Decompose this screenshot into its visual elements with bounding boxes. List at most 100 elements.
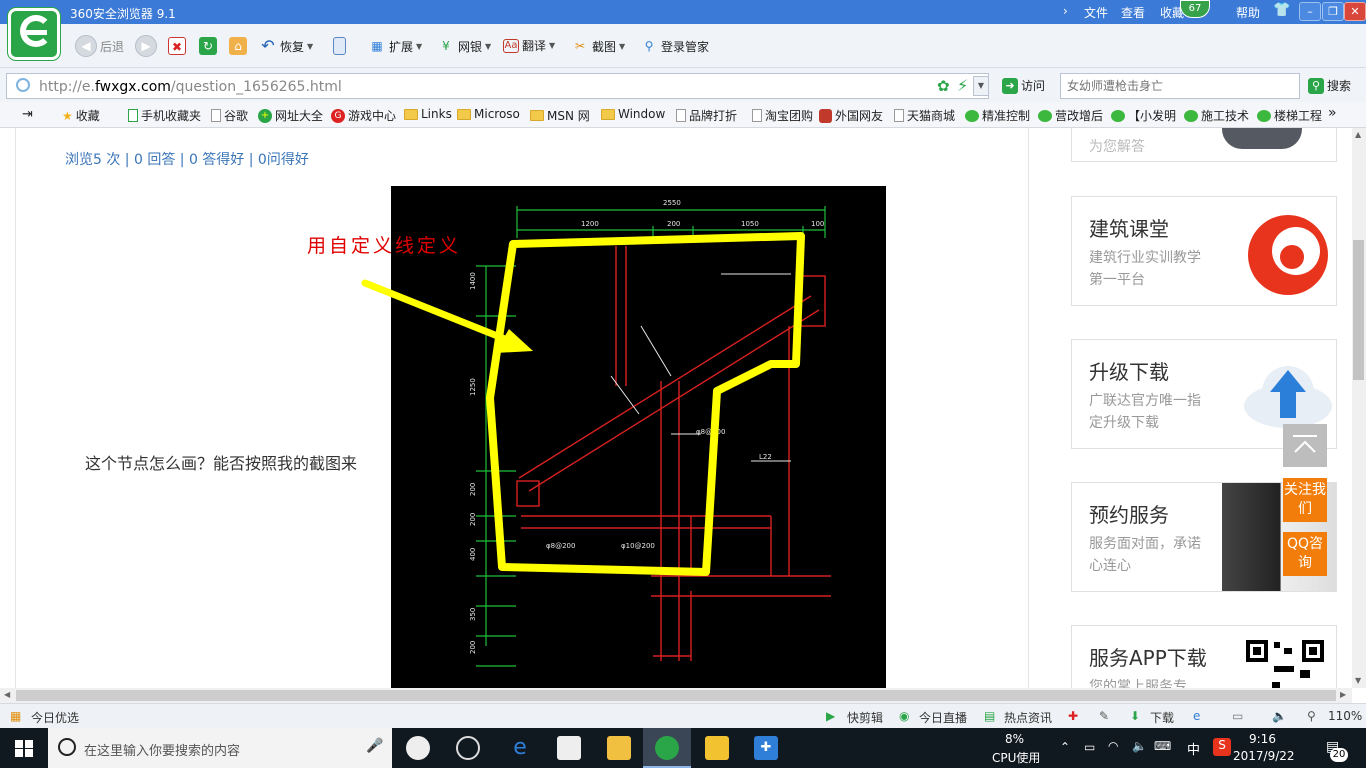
fav-item[interactable]: 品牌打折	[676, 107, 737, 124]
chevron-down-icon[interactable]: ▼	[973, 76, 989, 96]
sogou-icon[interactable]: S	[1213, 738, 1231, 756]
back-to-top-button[interactable]	[1283, 424, 1327, 467]
scroll-right-icon[interactable]: ▶	[1340, 690, 1346, 699]
window-icon[interactable]: ▭	[1232, 709, 1243, 723]
stop-button[interactable]: ✖	[168, 37, 186, 55]
pinwheel-app-icon[interactable]	[406, 736, 430, 760]
keyboard-icon[interactable]: ⌨	[1154, 739, 1171, 753]
qr-code-icon[interactable]	[1244, 638, 1326, 688]
store-icon[interactable]	[557, 736, 581, 760]
search-input[interactable]	[1067, 79, 1297, 93]
mobile-button[interactable]	[333, 37, 346, 55]
sidebar-card-classroom[interactable]: 建筑课堂 建筑行业实训教学第一平台	[1071, 196, 1337, 306]
vertical-scrollbar[interactable]	[1352, 128, 1366, 688]
lightning-icon[interactable]: ⚡	[957, 76, 968, 95]
notes-icon[interactable]	[705, 736, 729, 760]
clock-time[interactable]: 9:16	[1249, 732, 1276, 746]
scroll-up-icon[interactable]: ▲	[1355, 130, 1361, 139]
speaker-icon[interactable]: 🔈	[1272, 709, 1287, 723]
favorites-button[interactable]: ★ 收藏	[62, 107, 100, 124]
hot-news-link[interactable]: 热点资讯	[1004, 709, 1052, 726]
windows-start-icon[interactable]	[15, 740, 33, 757]
visit-button[interactable]: ➜ 访问	[1002, 77, 1045, 94]
taskbar-search[interactable]: 在这里输入你要搜索的内容 🎤	[48, 728, 392, 768]
sidebar-card-app[interactable]: 服务APP下载 您的掌上服务专	[1071, 625, 1337, 688]
chevron-right-icon[interactable]: ›	[1063, 4, 1068, 18]
clock-date[interactable]: 2017/9/22	[1233, 749, 1295, 763]
search-button[interactable]: ⚲ 搜索	[1308, 77, 1351, 94]
restore-tabs-button[interactable]: ↶ 恢复 ▼	[259, 37, 313, 55]
fav-item[interactable]: 外国网友	[819, 107, 883, 124]
edge-icon[interactable]: e	[508, 736, 532, 760]
back-button[interactable]: ◀ 后退	[75, 35, 124, 57]
login-manager-button[interactable]: ⚲ 登录管家	[640, 37, 709, 55]
fav-item[interactable]: 谷歌	[211, 107, 248, 124]
bank-button[interactable]: ¥ 网银 ▼	[437, 37, 491, 55]
menu-view[interactable]: 查看	[1121, 4, 1145, 21]
fav-item[interactable]: + 网址大全	[258, 107, 323, 124]
url-text[interactable]: http://e.fwxgx.com/question_1656265.html	[39, 79, 342, 95]
ie-icon[interactable]: e	[1193, 709, 1200, 723]
sidebar-card-expert[interactable]: 为您解答	[1071, 128, 1337, 162]
today-picks-link[interactable]: 今日优选	[31, 709, 79, 726]
shirt-icon[interactable]: 👕	[1273, 2, 1290, 18]
scroll-left-icon[interactable]: ◀	[4, 690, 10, 699]
security-icon[interactable]: ✿	[937, 77, 950, 95]
menu-file[interactable]: 文件	[1084, 4, 1108, 21]
active-browser-task[interactable]	[643, 728, 691, 768]
question-stats[interactable]: 浏览5 次 | 0 回答 | 0 答得好 | 0问得好	[65, 149, 309, 169]
fav-item[interactable]: G 游戏中心	[331, 107, 396, 124]
cpu-usage-value[interactable]: 8%	[1005, 732, 1024, 746]
pin-icon[interactable]: ✎	[1099, 709, 1109, 723]
medical-icon[interactable]: ✚	[1068, 709, 1078, 723]
fav-item[interactable]: Microso	[457, 107, 520, 121]
fav-item[interactable]: Window	[601, 107, 665, 121]
fav-item[interactable]: MSN 网	[530, 107, 590, 124]
ime-indicator[interactable]: 中	[1187, 739, 1200, 758]
qq-consult-button[interactable]: QQ咨询	[1283, 532, 1327, 576]
browser-swirl-icon[interactable]	[456, 736, 480, 760]
file-explorer-icon[interactable]	[607, 736, 631, 760]
battery-icon[interactable]: ▭	[1084, 740, 1095, 754]
fav-item[interactable]: 手机收藏夹	[128, 107, 201, 124]
page-icon	[676, 109, 686, 122]
browser-logo-icon[interactable]	[8, 8, 60, 60]
fav-item[interactable]: 天猫商城	[894, 107, 955, 124]
follow-us-button[interactable]: 关注我们	[1283, 478, 1327, 522]
scroll-down-icon[interactable]: ▼	[1355, 676, 1361, 685]
chevron-up-icon[interactable]: ⌃	[1060, 740, 1070, 754]
fav-item[interactable]: 精准控制	[965, 107, 1030, 124]
restore-button[interactable]: ❐	[1322, 2, 1344, 21]
menu-help[interactable]: 帮助	[1236, 4, 1260, 21]
live-link[interactable]: 今日直播	[919, 709, 967, 726]
extensions-button[interactable]: ▦ 扩展 ▼	[368, 37, 422, 55]
fav-item[interactable]: Links	[404, 107, 452, 121]
volume-icon[interactable]: 🔈	[1132, 739, 1147, 753]
badge[interactable]: 67	[1180, 0, 1210, 18]
wifi-icon[interactable]: ◠	[1108, 739, 1118, 753]
home-button[interactable]: ⌂	[229, 37, 247, 55]
forward-button[interactable]: ▶	[135, 35, 157, 57]
fav-item[interactable]: 施工技术	[1184, 107, 1249, 124]
more-favorites-button[interactable]: »	[1328, 105, 1337, 121]
close-button[interactable]: ✕	[1344, 2, 1366, 21]
translate-button[interactable]: Aa 翻译 ▼	[503, 37, 555, 54]
quick-cut-link[interactable]: 快剪辑	[847, 709, 883, 726]
minimize-button[interactable]: –	[1299, 2, 1321, 21]
download-link[interactable]: 下载	[1150, 709, 1174, 726]
search-box[interactable]	[1060, 73, 1300, 99]
gift-icon[interactable]: ▦	[10, 709, 21, 723]
horizontal-scrollbar-thumb[interactable]	[16, 690, 1336, 701]
fav-item[interactable]: 楼梯工程	[1257, 107, 1322, 124]
zoom-level[interactable]: 110%	[1328, 709, 1362, 723]
plus-app-icon[interactable]: ✚	[754, 736, 778, 760]
address-bar[interactable]: http://e.fwxgx.com/question_1656265.html…	[6, 73, 989, 99]
fav-item[interactable]: 【小发明	[1111, 107, 1176, 124]
screenshot-button[interactable]: ✂ 截图 ▼	[571, 37, 625, 55]
refresh-button[interactable]: ↻	[199, 37, 217, 55]
sidebar-toggle-icon[interactable]: ⇥	[22, 107, 33, 122]
microphone-icon[interactable]: 🎤	[366, 738, 383, 754]
vertical-scrollbar-thumb[interactable]	[1353, 240, 1364, 380]
fav-item[interactable]: 淘宝团购	[752, 107, 813, 124]
fav-item[interactable]: 营改增后	[1038, 107, 1103, 124]
